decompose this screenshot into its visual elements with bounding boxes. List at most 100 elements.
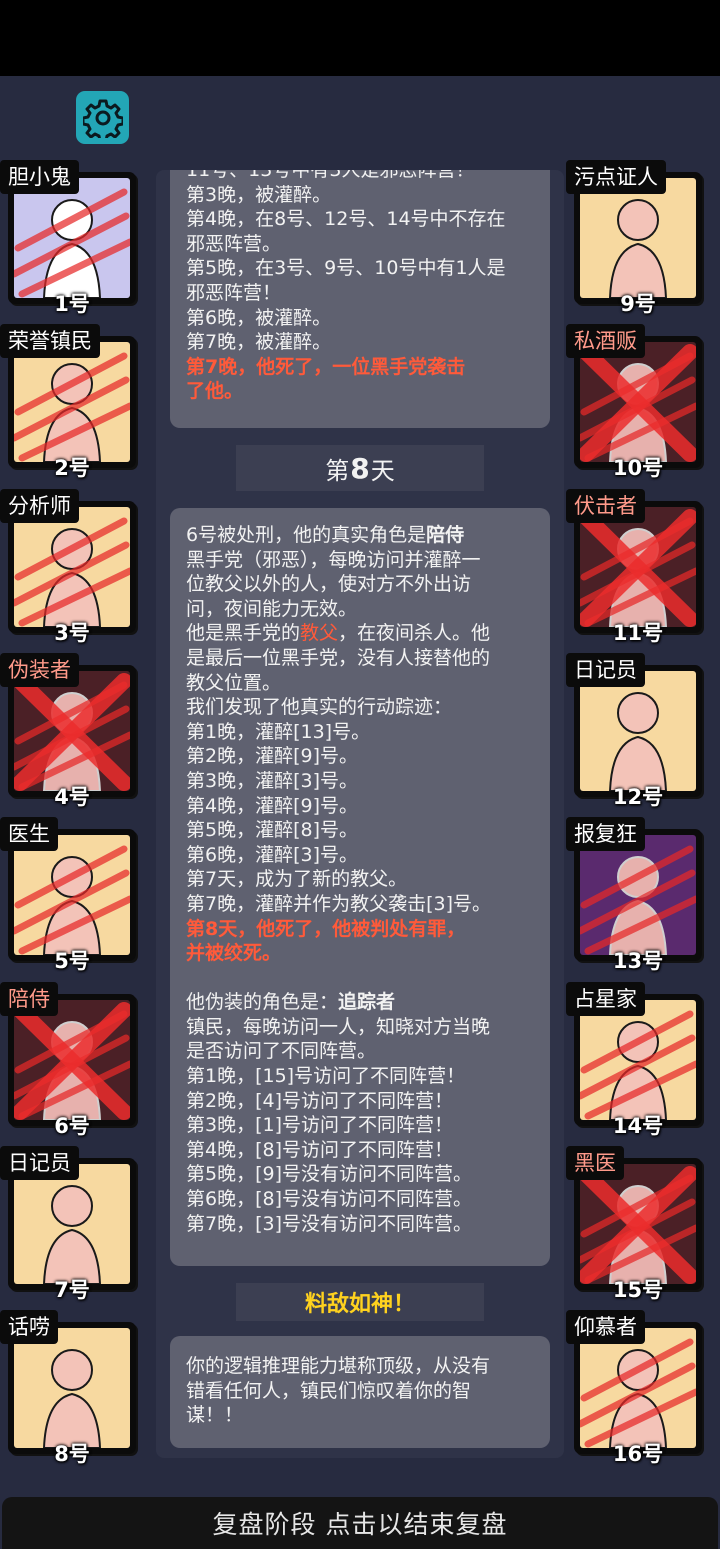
player-card[interactable]: 话唠 8号 (0, 1310, 138, 1466)
log-line: 第6晚，[8]号没有访问不同阵营。 (186, 1188, 473, 1211)
player-card[interactable]: 黑医 15号 (566, 1146, 704, 1302)
character-icon (608, 1185, 668, 1284)
player-role-label: 伪装者 (0, 653, 79, 687)
log-line: 错看任何人，镇民们惊叹着你的智 (186, 1379, 472, 1402)
player-portrait (14, 342, 130, 462)
character-icon (42, 363, 102, 462)
player-portrait (580, 835, 696, 955)
player-card[interactable]: 陪侍 6号 (0, 982, 138, 1138)
log-entry-execution: 6号被处刑，他的真实角色是陪侍 黑手党（邪恶），每晚访问并灌醉一 位教父以外的人… (170, 508, 550, 1266)
player-role-label: 医生 (0, 817, 58, 851)
log-line: 第7晚，灌醉并作为教父袭击[3]号。 (186, 892, 492, 915)
player-card[interactable]: 医生 5号 (0, 817, 138, 973)
player-portrait (580, 671, 696, 791)
player-card[interactable]: 伪装者 4号 (0, 653, 138, 809)
log-line: 第6晚，灌醉[3]号。 (186, 843, 359, 866)
settings-button[interactable] (76, 91, 129, 144)
day-header: 第8天 (236, 445, 484, 491)
player-card[interactable]: 私酒贩 10号 (566, 324, 704, 480)
log-line: 第5晚，灌醉[8]号。 (186, 819, 359, 842)
log-entry-previous: 11号、13号中有3人是邪恶阵营！ 第3晚，被灌醉。 第4晚，在8号、12号、1… (170, 170, 550, 428)
character-icon (42, 1185, 102, 1284)
player-portrait (580, 1164, 696, 1284)
review-log-panel[interactable]: 11号、13号中有3人是邪恶阵营！ 第3晚，被灌醉。 第4晚，在8号、12号、1… (156, 170, 564, 1458)
achievement-text: 你的逻辑推理能力堪称顶级，从没有 错看任何人，镇民们惊叹着你的智 谋！！ (170, 1336, 550, 1448)
player-role-label: 私酒贩 (566, 324, 645, 358)
character-icon (608, 199, 668, 298)
player-role-label: 陪侍 (0, 982, 58, 1016)
log-line: 教父位置。 (186, 671, 282, 694)
player-portrait (580, 1000, 696, 1120)
player-role-label: 污点证人 (566, 160, 666, 194)
log-line: 第3晚，被灌醉。 (186, 183, 332, 206)
player-card[interactable]: 报复狂 13号 (566, 817, 704, 973)
player-role-label: 报复狂 (566, 817, 645, 851)
log-line: 第6晚，被灌醉。 (186, 306, 332, 329)
player-portrait (580, 342, 696, 462)
log-line: 第3晚，[1]号访问了不同阵营！ (186, 1114, 454, 1137)
player-role-label: 伏击者 (566, 489, 645, 523)
death-notice: 第8天，他死了，他被判处有罪， (186, 917, 466, 940)
log-line: 第3晚，灌醉[3]号。 (186, 769, 359, 792)
log-line: 你的逻辑推理能力堪称顶级，从没有 (186, 1355, 491, 1377)
player-portrait (14, 1000, 130, 1120)
player-card[interactable]: 伏击者 11号 (566, 489, 704, 645)
player-number: 3号 (54, 621, 90, 645)
log-line: 第5晚，[9]号没有访问不同阵营。 (186, 1163, 473, 1186)
character-icon (608, 692, 668, 791)
log-line: 邪恶阵营。 (186, 232, 282, 255)
log-line: 第4晚，[8]号访问了不同阵营！ (186, 1138, 454, 1161)
player-number: 7号 (54, 1278, 90, 1302)
player-card[interactable]: 占星家 14号 (566, 982, 704, 1138)
player-number: 8号 (54, 1442, 90, 1466)
player-role-label: 黑医 (566, 1146, 624, 1180)
log-line: 11号、13号中有3人是邪恶阵营！ (186, 170, 475, 181)
player-card[interactable]: 日记员 12号 (566, 653, 704, 809)
day-prefix: 第 (325, 456, 350, 485)
achievement-title: 料敌如神！ (236, 1283, 484, 1321)
player-role-label: 日记员 (0, 1146, 79, 1180)
character-icon (608, 1349, 668, 1448)
character-icon (42, 856, 102, 955)
end-review-button[interactable]: 复盘阶段 点击以结束复盘 (2, 1497, 718, 1549)
player-number: 12号 (612, 785, 664, 809)
log-line: 谋！！ (186, 1404, 244, 1427)
player-card[interactable]: 分析师 3号 (0, 489, 138, 645)
character-icon (608, 1021, 668, 1120)
player-number: 5号 (54, 949, 90, 973)
player-card[interactable]: 荣誉镇民 2号 (0, 324, 138, 480)
player-portrait (580, 1328, 696, 1448)
player-portrait (14, 178, 130, 298)
godfather-role: 教父 (300, 622, 339, 645)
player-portrait (14, 671, 130, 791)
player-card[interactable]: 仰慕者 16号 (566, 1310, 704, 1466)
log-line: 是否访问了不同阵营。 (186, 1040, 377, 1063)
player-role-label: 分析师 (0, 489, 79, 523)
death-notice: 了他。 (186, 380, 244, 403)
character-icon (42, 692, 102, 791)
log-line: 第7晚，[3]号没有访问不同阵营。 (186, 1212, 473, 1235)
day-number: 8 (350, 451, 370, 485)
log-line: 第2晚，灌醉[9]号。 (186, 745, 359, 768)
character-icon (42, 1021, 102, 1120)
player-number: 1号 (54, 292, 90, 316)
log-line: 6号被处刑，他的真实角色是陪侍 (186, 524, 465, 546)
log-line: 他伪装的角色是：追踪者 (186, 991, 396, 1014)
player-portrait (580, 178, 696, 298)
character-icon (42, 199, 102, 298)
player-card[interactable]: 日记员 7号 (0, 1146, 138, 1302)
player-number: 2号 (54, 456, 90, 480)
player-number: 4号 (54, 785, 90, 809)
player-portrait (14, 1328, 130, 1448)
player-portrait (14, 1164, 130, 1284)
log-line: 第1晚，[15]号访问了不同阵营！ (186, 1065, 466, 1088)
player-role-label: 话唠 (0, 1310, 58, 1344)
player-card[interactable]: 胆小鬼 1号 (0, 160, 138, 316)
player-number: 13号 (612, 949, 664, 973)
log-line: 第2晚，[4]号访问了不同阵营！ (186, 1089, 454, 1112)
player-card[interactable]: 污点证人 9号 (566, 160, 704, 316)
log-line: 第7晚，被灌醉。 (186, 331, 332, 354)
death-notice: 并被绞死。 (186, 942, 282, 965)
character-icon (608, 856, 668, 955)
